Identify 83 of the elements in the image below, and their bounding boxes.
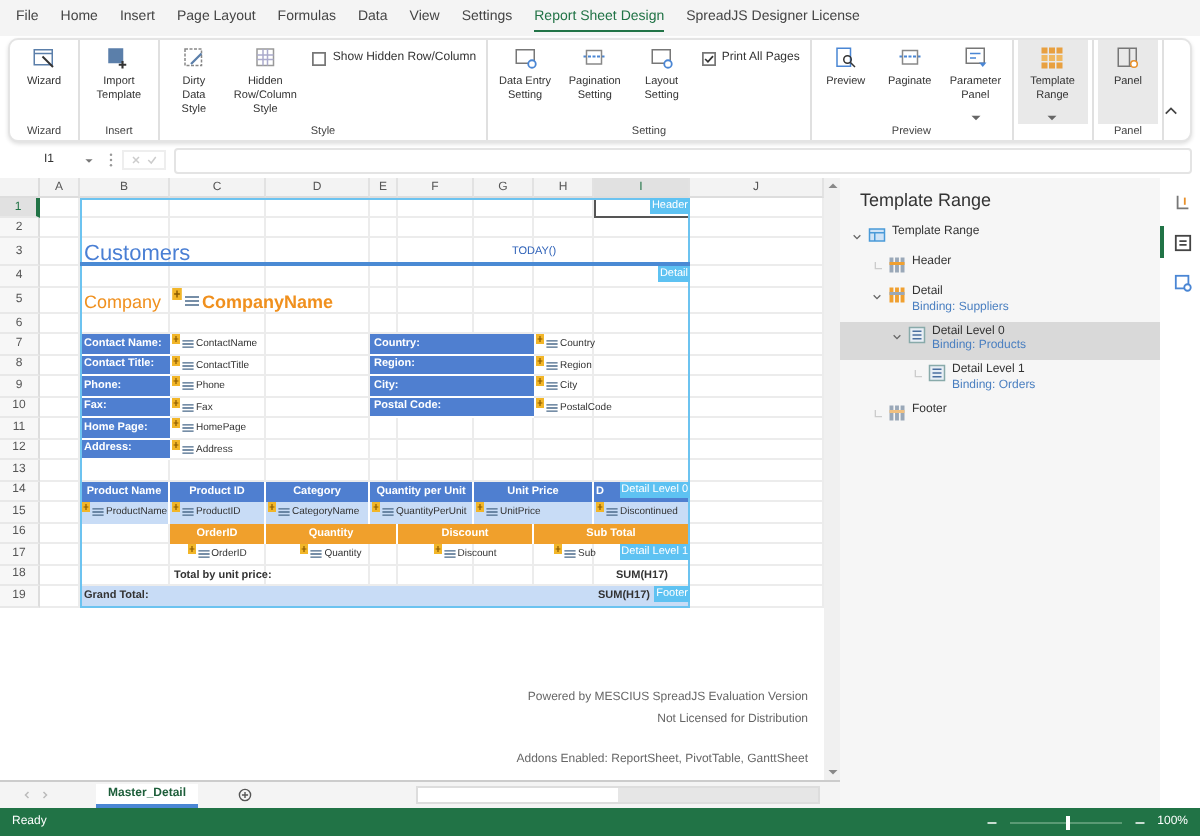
list-icon bbox=[443, 550, 456, 559]
columns-icon bbox=[888, 256, 906, 274]
page-break-icon bbox=[582, 46, 607, 70]
columns-icon bbox=[888, 286, 906, 304]
panel-title: Template Range bbox=[858, 190, 994, 214]
list-icon bbox=[182, 340, 194, 349]
marker-icon bbox=[172, 288, 182, 300]
marker-icon bbox=[268, 502, 276, 512]
columns-icon bbox=[888, 403, 906, 422]
horizontal-scrollbar[interactable] bbox=[416, 786, 820, 804]
connector-icon bbox=[872, 262, 882, 272]
panel-icon bbox=[1116, 46, 1140, 70]
list-icon bbox=[197, 550, 210, 559]
list-icon bbox=[546, 340, 558, 349]
list-icon bbox=[564, 550, 577, 559]
hidden-grid-icon bbox=[253, 46, 278, 70]
list-icon bbox=[182, 361, 194, 370]
list-icon bbox=[184, 296, 200, 306]
table-plus-icon bbox=[106, 46, 131, 70]
cell-text: CompanyName bbox=[202, 291, 334, 311]
list-icon bbox=[310, 550, 323, 559]
connector-icon bbox=[912, 370, 922, 381]
chart-icon bbox=[1173, 193, 1191, 211]
list-icon bbox=[546, 403, 558, 412]
collapse-icon[interactable] bbox=[1164, 106, 1178, 116]
list-icon bbox=[182, 424, 194, 433]
marker-icon bbox=[536, 355, 544, 365]
zoom-in-icon[interactable] bbox=[1133, 819, 1146, 825]
cell-text: Company bbox=[82, 289, 164, 314]
magnifier-page-icon bbox=[833, 46, 858, 70]
list-icon bbox=[382, 508, 394, 517]
marker-icon bbox=[536, 376, 544, 386]
list-icon bbox=[546, 361, 558, 370]
marker-icon bbox=[172, 355, 180, 365]
table-icon bbox=[868, 226, 886, 244]
list-icon bbox=[278, 508, 290, 517]
list-icon bbox=[92, 508, 104, 517]
chevron-icon[interactable] bbox=[872, 292, 882, 302]
marker-icon bbox=[554, 544, 563, 554]
marker-icon bbox=[187, 544, 196, 554]
marker-icon bbox=[172, 376, 180, 386]
up-arrow-icon[interactable] bbox=[827, 182, 837, 188]
marker-icon bbox=[476, 502, 484, 512]
table-edit-icon bbox=[181, 46, 206, 70]
grid-icon bbox=[1040, 46, 1065, 70]
marker-icon bbox=[82, 502, 90, 512]
formula-field[interactable] bbox=[174, 147, 1192, 173]
chevron-icon[interactable] bbox=[892, 331, 902, 342]
cell-text: Customers bbox=[82, 242, 193, 266]
window-pointer-icon bbox=[32, 46, 56, 70]
list-icon bbox=[928, 364, 946, 383]
add-sheet-icon[interactable] bbox=[238, 788, 253, 802]
settings-icon bbox=[1173, 273, 1191, 291]
panel-icon bbox=[1173, 233, 1191, 251]
zoom-slider-thumb[interactable] bbox=[1065, 815, 1070, 829]
marker-icon bbox=[536, 397, 544, 407]
zoom-out-icon[interactable] bbox=[985, 819, 998, 825]
marker-icon bbox=[433, 544, 442, 554]
marker-icon bbox=[536, 334, 544, 344]
down-arrow-icon[interactable] bbox=[827, 770, 837, 776]
marker-icon bbox=[172, 502, 180, 512]
list-icon bbox=[908, 325, 926, 344]
marker-icon bbox=[172, 334, 180, 344]
page-break-icon bbox=[897, 46, 922, 70]
list-icon bbox=[606, 508, 618, 517]
marker-icon bbox=[172, 439, 180, 449]
marker-icon bbox=[372, 502, 380, 512]
list-icon bbox=[546, 382, 558, 391]
list-icon bbox=[182, 382, 194, 391]
marker-icon bbox=[300, 544, 309, 554]
marker-icon bbox=[172, 397, 180, 407]
drag-handle-icon[interactable] bbox=[108, 152, 114, 168]
vertical-scrollbar[interactable] bbox=[824, 178, 840, 780]
list-icon bbox=[182, 508, 194, 517]
connector-icon bbox=[872, 409, 882, 420]
chevron-icon[interactable] bbox=[852, 232, 862, 242]
marker-icon bbox=[596, 502, 604, 512]
checkbox-icon[interactable] bbox=[312, 52, 327, 66]
list-icon bbox=[486, 508, 498, 517]
list-icon bbox=[182, 403, 194, 412]
marker-icon bbox=[172, 418, 180, 428]
list-icon bbox=[182, 445, 194, 454]
checkbox-icon[interactable] bbox=[701, 52, 716, 66]
